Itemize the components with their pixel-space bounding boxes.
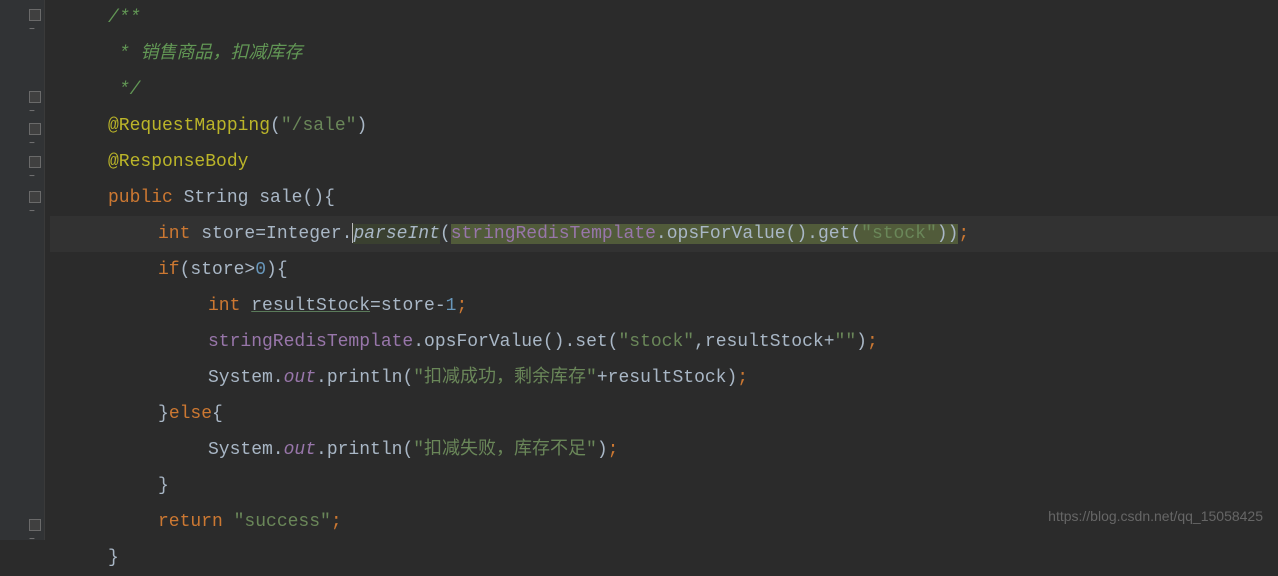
annotation: @RequestMapping bbox=[108, 116, 270, 136]
code-line: } bbox=[50, 468, 1278, 504]
number: 1 bbox=[446, 296, 457, 316]
paren: ) bbox=[356, 116, 367, 136]
semicolon: ; bbox=[737, 368, 748, 388]
string-literal: "stock" bbox=[861, 224, 937, 244]
code-line: } bbox=[50, 540, 1278, 576]
paren: ) bbox=[597, 440, 608, 460]
code-line: if(store>0){ bbox=[50, 252, 1278, 288]
string-literal: "扣减成功，剩余库存" bbox=[413, 368, 597, 388]
paren: )) bbox=[937, 224, 959, 244]
annotation: @ResponseBody bbox=[108, 152, 248, 172]
semicolon: ; bbox=[608, 440, 619, 460]
method-call: .println( bbox=[316, 440, 413, 460]
method-call: parseInt bbox=[353, 224, 439, 244]
fold-icon[interactable] bbox=[28, 190, 42, 204]
field-ref: stringRedisTemplate bbox=[451, 224, 656, 244]
field-ref: out bbox=[284, 368, 316, 388]
args: ,resultStock+ bbox=[694, 332, 834, 352]
paren: ( bbox=[440, 224, 451, 244]
class-ref: System. bbox=[208, 440, 284, 460]
editor-gutter bbox=[0, 0, 45, 540]
keyword: public bbox=[108, 188, 184, 208]
comment-text: */ bbox=[108, 80, 140, 100]
variable: store=Integer. bbox=[201, 224, 352, 244]
variable: resultStock bbox=[251, 296, 370, 316]
semicolon: ; bbox=[331, 512, 342, 532]
keyword: return bbox=[158, 512, 234, 532]
semicolon: ; bbox=[456, 296, 467, 316]
fold-icon[interactable] bbox=[28, 90, 42, 104]
code-line: System.out.println("扣减失败，库存不足"); bbox=[50, 432, 1278, 468]
brace: } bbox=[108, 548, 119, 568]
code-line: * 销售商品，扣减库存 bbox=[50, 36, 1278, 72]
code-line: }else{ bbox=[50, 396, 1278, 432]
string-literal: "" bbox=[835, 332, 857, 352]
paren: ( bbox=[270, 116, 281, 136]
method-chain: .opsForValue().get( bbox=[656, 224, 861, 244]
code-line: int resultStock=store-1; bbox=[50, 288, 1278, 324]
args: +resultStock) bbox=[597, 368, 737, 388]
keyword: if bbox=[158, 260, 180, 280]
fold-icon[interactable] bbox=[28, 518, 42, 532]
comment-text: * 销售商品，扣减库存 bbox=[108, 44, 302, 64]
semicolon: ; bbox=[958, 224, 969, 244]
condition: (store> bbox=[180, 260, 256, 280]
string-literal: "/sale" bbox=[281, 116, 357, 136]
method-call: .println( bbox=[316, 368, 413, 388]
comment-text: /** bbox=[108, 8, 140, 28]
keyword: int bbox=[158, 224, 201, 244]
code-line: /** bbox=[50, 0, 1278, 36]
code-line-current: int store=Integer.parseInt(stringRedisTe… bbox=[50, 216, 1278, 252]
string-literal: "success" bbox=[234, 512, 331, 532]
brace: } bbox=[158, 404, 169, 424]
class-ref: System. bbox=[208, 368, 284, 388]
code-line: @RequestMapping("/sale") bbox=[50, 108, 1278, 144]
watermark-text: https://blog.csdn.net/qq_15058425 bbox=[1048, 502, 1263, 530]
brace: } bbox=[158, 476, 169, 496]
code-line: stringRedisTemplate.opsForValue().set("s… bbox=[50, 324, 1278, 360]
string-literal: "扣减失败，库存不足" bbox=[413, 440, 597, 460]
method-chain: .opsForValue().set( bbox=[413, 332, 618, 352]
code-line: public String sale(){ bbox=[50, 180, 1278, 216]
field-ref: out bbox=[284, 440, 316, 460]
method-name: sale bbox=[259, 188, 302, 208]
code-editor[interactable]: /** * 销售商品，扣减库存 */ @RequestMapping("/sal… bbox=[50, 0, 1278, 576]
braces: ){ bbox=[266, 260, 288, 280]
fold-icon[interactable] bbox=[28, 8, 42, 22]
string-literal: "stock" bbox=[618, 332, 694, 352]
braces: (){ bbox=[302, 188, 334, 208]
type: String bbox=[184, 188, 260, 208]
fold-icon[interactable] bbox=[28, 122, 42, 136]
number: 0 bbox=[255, 260, 266, 280]
text-cursor bbox=[352, 223, 353, 243]
keyword: int bbox=[208, 296, 251, 316]
brace: { bbox=[212, 404, 223, 424]
field-ref: stringRedisTemplate bbox=[208, 332, 413, 352]
semicolon: ; bbox=[867, 332, 878, 352]
code-line: @ResponseBody bbox=[50, 144, 1278, 180]
code-line: System.out.println("扣减成功，剩余库存"+resultSto… bbox=[50, 360, 1278, 396]
keyword: else bbox=[169, 404, 212, 424]
assignment: =store- bbox=[370, 296, 446, 316]
paren: ) bbox=[856, 332, 867, 352]
code-line: */ bbox=[50, 72, 1278, 108]
fold-icon[interactable] bbox=[28, 155, 42, 169]
